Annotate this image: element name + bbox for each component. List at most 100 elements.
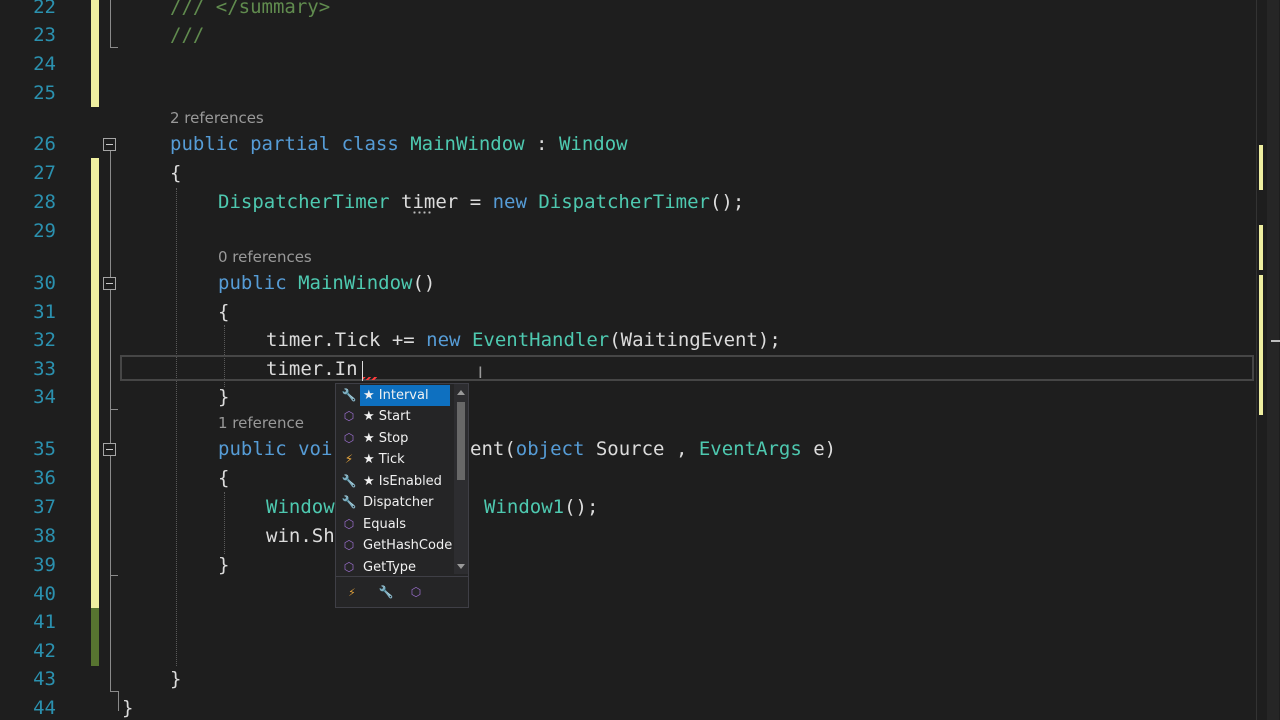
scrollbar-thumb[interactable] (1267, 0, 1279, 720)
modified-lines-marker (91, 0, 99, 107)
completion-item-label: ★ Stop (363, 431, 409, 446)
method-icon: ⬡ (343, 538, 355, 552)
line-number: 36 (33, 467, 56, 489)
completion-item-label: ★ Interval (363, 388, 429, 403)
code-line: timer.Tick += new EventHandler(WaitingEv… (266, 329, 781, 351)
line-number: 23 (33, 24, 56, 46)
scroll-down-arrow-icon[interactable] (457, 564, 465, 569)
outline-tick (110, 409, 118, 410)
code-line: win.Sh (266, 525, 335, 547)
line-number: 31 (33, 301, 56, 323)
code-line: { (170, 162, 182, 184)
completion-item-start[interactable]: ⬡ ★ Start (336, 406, 454, 427)
code-editor[interactable]: 22 23 24 25 26 27 28 29 30 31 32 33 34 3… (0, 0, 1280, 720)
code-line: { (218, 301, 230, 323)
codelens-references[interactable]: 0 references (218, 247, 312, 267)
completion-item-label: ★ Tick (363, 452, 405, 467)
method-filter-icon[interactable]: ⬡ (408, 584, 424, 600)
codelens-references[interactable]: 1 reference (218, 413, 304, 433)
code-keyword: public (218, 438, 287, 460)
code-variable: timer (401, 191, 459, 213)
code-line-tail: ent(object Source , EventArgs e) (470, 438, 836, 460)
completion-item-stop[interactable]: ⬡ ★ Stop (336, 428, 454, 449)
completion-scroll-thumb[interactable] (457, 402, 465, 480)
line-number: 43 (33, 668, 56, 690)
line-number: 32 (33, 329, 56, 351)
outline-line (110, 151, 111, 691)
code-type: EventHandler (471, 329, 610, 351)
completion-item-label: Dispatcher (363, 495, 434, 510)
completion-item-gethashcode[interactable]: ⬡ GetHashCode (336, 535, 454, 556)
line-number: 24 (33, 53, 56, 75)
codelens-references[interactable]: 2 references (170, 108, 264, 128)
completion-scrollbar[interactable] (454, 384, 468, 574)
indent-guide (224, 492, 225, 554)
code-text: = (458, 191, 493, 213)
ibeam-cursor-icon: I (478, 363, 483, 382)
code-type: Window1 (484, 496, 565, 518)
completion-item-label: Equals (363, 517, 407, 532)
modified-lines-marker (91, 158, 99, 608)
code-line: Window (266, 496, 335, 518)
code-line-current[interactable]: timer.In (266, 358, 358, 380)
saved-lines-marker (91, 608, 99, 666)
scrollbar-caret-marker (1271, 340, 1280, 342)
completion-item-label: GetType (363, 560, 417, 575)
completion-item-gettype[interactable]: ⬡ GetType (336, 557, 454, 578)
line-number: 42 (33, 640, 56, 662)
property-filter-icon[interactable]: 🔧 (378, 584, 394, 600)
code-type: MainWindow (410, 133, 525, 155)
scrollbar-change-marker (1259, 225, 1263, 270)
code-line: /// (170, 24, 205, 46)
code-text: (WaitingEvent); (609, 329, 781, 351)
line-number: 37 (33, 496, 56, 518)
code-type: Window (266, 496, 335, 518)
code-keyword: new (492, 191, 527, 213)
code-text: () (412, 272, 436, 294)
line-number: 39 (33, 554, 56, 576)
completion-item-label: ★ IsEnabled (363, 474, 442, 489)
completion-filter-bar: ⚡ 🔧 ⬡ (336, 576, 468, 608)
completion-item-dispatcher[interactable]: 🔧 Dispatcher (336, 492, 454, 513)
outline-line (118, 691, 119, 711)
text-caret (362, 361, 363, 381)
code-text: : (524, 133, 559, 155)
code-text: ent( (470, 438, 516, 460)
code-line: DispatcherTimer timer = new DispatcherTi… (218, 191, 744, 213)
code-parameter: Source (595, 438, 665, 460)
completion-item-tick[interactable]: ⚡ ★ Tick (336, 449, 454, 470)
error-squiggle (363, 377, 377, 380)
completion-item-equals[interactable]: ⬡ Equals (336, 514, 454, 535)
scroll-up-arrow-icon[interactable] (457, 390, 465, 395)
completion-item-isenabled[interactable]: 🔧 ★ IsEnabled (336, 471, 454, 492)
code-keyword: voi (298, 438, 333, 460)
line-number: 28 (33, 191, 56, 213)
line-number: 41 (33, 611, 56, 633)
code-text: (); (564, 496, 599, 518)
event-filter-icon[interactable]: ⚡ (344, 584, 360, 600)
event-icon: ⚡ (344, 452, 354, 466)
completion-item-label: ★ Start (363, 409, 411, 424)
line-number: 40 (33, 583, 56, 605)
collapse-toggle-constructor[interactable] (103, 277, 116, 290)
intellisense-popup[interactable]: 🔧 ★ Interval ⬡ ★ Start ⬡ ★ Stop ⚡ ★ Tick… (335, 383, 469, 608)
code-keyword: object (515, 438, 585, 460)
scrollbar-change-marker (1259, 145, 1263, 190)
code-line: public partial class MainWindow : Window (170, 133, 628, 155)
line-number: 22 (33, 0, 56, 18)
completion-item-interval[interactable]: 🔧 ★ Interval (336, 385, 454, 406)
code-type: EventArgs (698, 438, 802, 460)
method-icon: ⬡ (343, 431, 355, 445)
line-number: 30 (33, 272, 56, 294)
collapse-toggle-method[interactable] (103, 443, 116, 456)
code-text: (); (709, 191, 745, 213)
scrollbar-change-marker (1259, 275, 1263, 415)
editor-vertical-scrollbar[interactable] (1256, 0, 1280, 720)
outline-tick (110, 575, 118, 576)
collapse-toggle-class[interactable] (103, 138, 116, 151)
wrench-icon: 🔧 (341, 388, 357, 402)
